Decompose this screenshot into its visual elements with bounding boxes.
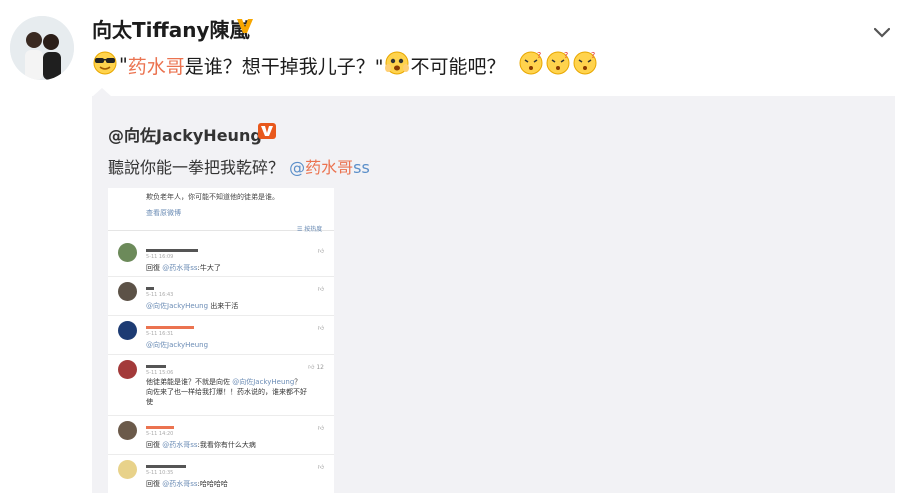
commenter-avatar (118, 421, 137, 440)
comment-time: 5-11 16:31 (146, 331, 174, 337)
chevron-down-icon[interactable] (873, 24, 891, 43)
mention-tail[interactable]: ss (353, 158, 370, 177)
like-count-value: 12 (316, 364, 324, 371)
comment-body: 回復 @药水哥ss:哈哈哈哈 (146, 479, 228, 489)
comment-body-post: :哈哈哈哈 (197, 480, 228, 488)
like-icon: 👍︎ (317, 464, 324, 471)
puzzled-emoji-icon: ? (545, 51, 571, 80)
comment-body: 他徒弟能是谁？不就是向佐 @向佐JackyHeung？ (146, 377, 301, 387)
post-text-quoted-name: 药水哥 (127, 55, 185, 78)
comment-item: 5-11 16:43 @向佐JackyHeung 出来干活 👍︎ (108, 277, 334, 316)
post-text-pre: " (119, 54, 128, 76)
comment-mention: @向佐JackyHeung (146, 341, 209, 349)
comment-body: 回復 @药水哥ss:牛大了 (146, 263, 221, 273)
like-icon: 👍︎ (317, 286, 324, 293)
comment-body-post: 出来干活 (208, 302, 239, 310)
comment-mention: @药水哥ss (162, 441, 198, 449)
mention-at[interactable]: @ (289, 158, 305, 177)
comment-mention: @药水哥ss (162, 264, 198, 272)
comment-body: @向佐JackyHeung (146, 340, 208, 350)
commenter-name-redacted (146, 326, 194, 329)
commenter-avatar (118, 460, 137, 479)
commenter-name-redacted (146, 365, 166, 368)
comment-mention: @向佐JackyHeung (232, 378, 295, 386)
svg-text:?: ? (591, 51, 595, 60)
comment-item: 5-11 14:20 回復 @药水哥ss:我看你有什么大病 👍︎ (108, 416, 334, 455)
post-text-after: 不可能吧？ (410, 55, 506, 78)
comment-body-line3: 使 (146, 398, 153, 406)
comment-body-line2: 向佐来了也一样给我打爆！！药水说的，谁来都不好 (146, 388, 307, 396)
scared-emoji-icon (384, 51, 410, 80)
comment-body: 回復 @药水哥ss:我看你有什么大病 (146, 440, 256, 450)
comment-body-post: :我看你有什么大病 (197, 441, 256, 449)
commenter-avatar (118, 243, 137, 262)
puzzled-emoji-icon: ? (518, 51, 544, 80)
comment-time: 5-11 10:35 (146, 470, 174, 476)
sort-label-text: 按热度 (304, 226, 323, 233)
post-text: " 药水哥 是谁？想干掉我儿子？" 不可能吧？ ? ? ? (92, 48, 599, 82)
commenter-name-redacted (146, 249, 198, 252)
post-author-name[interactable]: 向太Tiffany陳嵐 (92, 14, 249, 43)
repost-author-name[interactable]: @向佐JackyHeung (108, 122, 262, 146)
comment-body-pre: 回復 (146, 441, 163, 449)
comment-mention: @向佐JackyHeung (146, 302, 209, 310)
repost-text-body: 聽說你能一拳把我乾碎？ (108, 158, 285, 177)
commenter-name-redacted (146, 465, 186, 468)
comment-item: 5-11 10:35 回復 @药水哥ss:哈哈哈哈 👍︎ (108, 455, 334, 493)
comment-item: 5-11 16:09 回復 @药水哥ss:牛大了 👍︎ (108, 238, 334, 277)
like-icon: 👍︎ (317, 248, 324, 255)
comment-body: @向佐JackyHeung 出来干活 (146, 301, 238, 311)
like-icon: 👍︎ (317, 325, 324, 332)
commenter-name-redacted (146, 426, 174, 429)
cool-sunglasses-emoji-icon (92, 51, 118, 80)
commenter-avatar (118, 321, 137, 340)
avatar[interactable] (10, 16, 74, 80)
svg-text:?: ? (564, 51, 568, 60)
avatar-photo (10, 16, 74, 80)
comment-item: 5-11 16:31 @向佐JackyHeung 👍︎ (108, 316, 334, 355)
view-source-link: 查看原微博 (146, 209, 181, 217)
comment-time: 5-11 16:43 (146, 292, 174, 298)
mention-name[interactable]: 药水哥 (305, 158, 353, 177)
svg-text:?: ? (537, 51, 541, 60)
sort-label: ☰ 按热度 (297, 226, 323, 233)
attached-screenshot-image[interactable]: 欺负老年人，你可能不知道他的徒弟是谁。 查看原微博 ☰ 按热度 5-11 16:… (108, 188, 334, 493)
commenter-name-redacted (146, 287, 154, 290)
comment-time: 5-11 16:09 (146, 254, 174, 260)
screenshot-header-text: 欺负老年人，你可能不知道他的徒弟是谁。 (146, 193, 279, 201)
comment-mention: @药水哥ss (162, 480, 198, 488)
repost-pointer-icon (92, 88, 112, 97)
post-text-mid: 是谁？想干掉我儿子？" (184, 55, 384, 78)
commenter-avatar (118, 360, 137, 379)
comment-body-post: ？ (294, 378, 302, 386)
repost-text: 聽說你能一拳把我乾碎？ @药水哥ss (108, 154, 370, 178)
like-icon: 👍︎ (317, 425, 324, 432)
comment-body-pre: 回復 (146, 264, 163, 272)
comment-time: 5-11 14:20 (146, 431, 174, 437)
verified-badge-icon (236, 17, 254, 39)
verified-badge-icon (258, 123, 276, 143)
like-count: 👍︎ 12 (308, 364, 324, 371)
comment-body-pre: 他徒弟能是谁？不就是向佐 (146, 378, 233, 386)
comment-item: 5-11 15:06 他徒弟能是谁？不就是向佐 @向佐JackyHeung？ 向… (108, 355, 334, 416)
commenter-avatar (118, 282, 137, 301)
comment-body-pre: 回復 (146, 480, 163, 488)
repost-box[interactable]: @向佐JackyHeung 聽說你能一拳把我乾碎？ @药水哥ss 欺负老年人，你… (92, 88, 895, 493)
comment-body-post: :牛大了 (197, 264, 221, 272)
puzzled-emoji-icon: ? (572, 51, 598, 80)
comment-time: 5-11 15:06 (146, 370, 174, 376)
